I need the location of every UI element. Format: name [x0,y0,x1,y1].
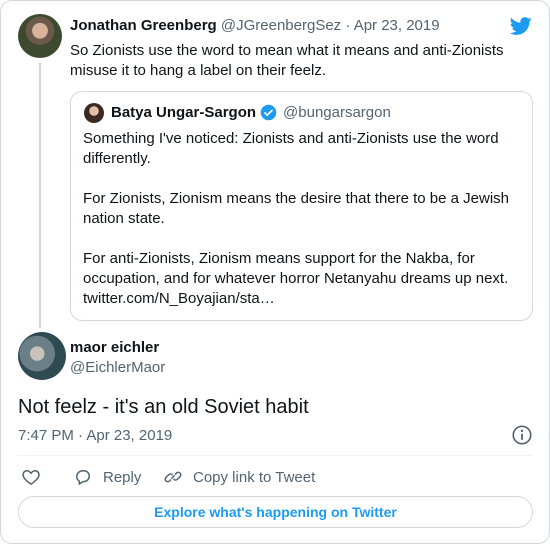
copy-link-button[interactable]: Copy link to Tweet [163,466,315,488]
reply-label: Reply [103,468,142,486]
parent-author-name[interactable]: Jonathan Greenberg [70,17,217,34]
parent-tweet-text: So Zionists use the word to mean what it… [70,42,504,79]
quoted-tweet-header: Batya Ungar-Sargon @bungarsargon [111,104,391,121]
copy-link-label: Copy link to Tweet [193,468,316,486]
verified-badge-icon [260,104,277,121]
reply-bubble-icon [76,470,90,485]
reply-author-handle[interactable]: @EichlerMaor [70,359,165,376]
parent-author-handle[interactable]: @JGreenbergSez [221,17,341,34]
twitter-bird-icon[interactable] [508,15,534,37]
parent-meta-separator: · [345,17,351,34]
reply-timestamp[interactable]: 7:47 PM · Apr 23, 2019 [18,427,172,444]
thread-connector-line [39,63,41,328]
reply-author-name[interactable]: maor eichler [70,339,159,356]
parent-author-avatar[interactable] [18,14,62,58]
reply-button[interactable]: Reply [73,466,141,488]
explore-twitter-button[interactable]: Explore what's happening on Twitter [18,496,533,528]
like-button[interactable] [21,466,51,488]
reply-author-avatar[interactable] [18,332,66,380]
info-icon[interactable] [511,424,533,446]
tweet-embed-card: Jonathan Greenberg @JGreenbergSez · Apr … [0,0,550,544]
parent-tweet-header: Jonathan Greenberg @JGreenbergSez · Apr … [70,17,440,34]
quoted-author-handle: @bungarsargon [283,104,391,121]
parent-tweet-date[interactable]: Apr 23, 2019 [354,17,440,34]
link-icon [164,471,182,483]
quoted-author-avatar [84,103,104,123]
quoted-tweet[interactable]: Batya Ungar-Sargon @bungarsargon Somethi… [70,91,533,321]
quoted-author-name: Batya Ungar-Sargon [111,104,257,121]
actions-divider [18,455,533,456]
heart-icon [22,470,40,485]
quoted-tweet-text: Something I've noticed: Zionists and ant… [83,130,510,307]
reply-tweet-text: Not feelz - it's an old Soviet habit [18,396,309,418]
